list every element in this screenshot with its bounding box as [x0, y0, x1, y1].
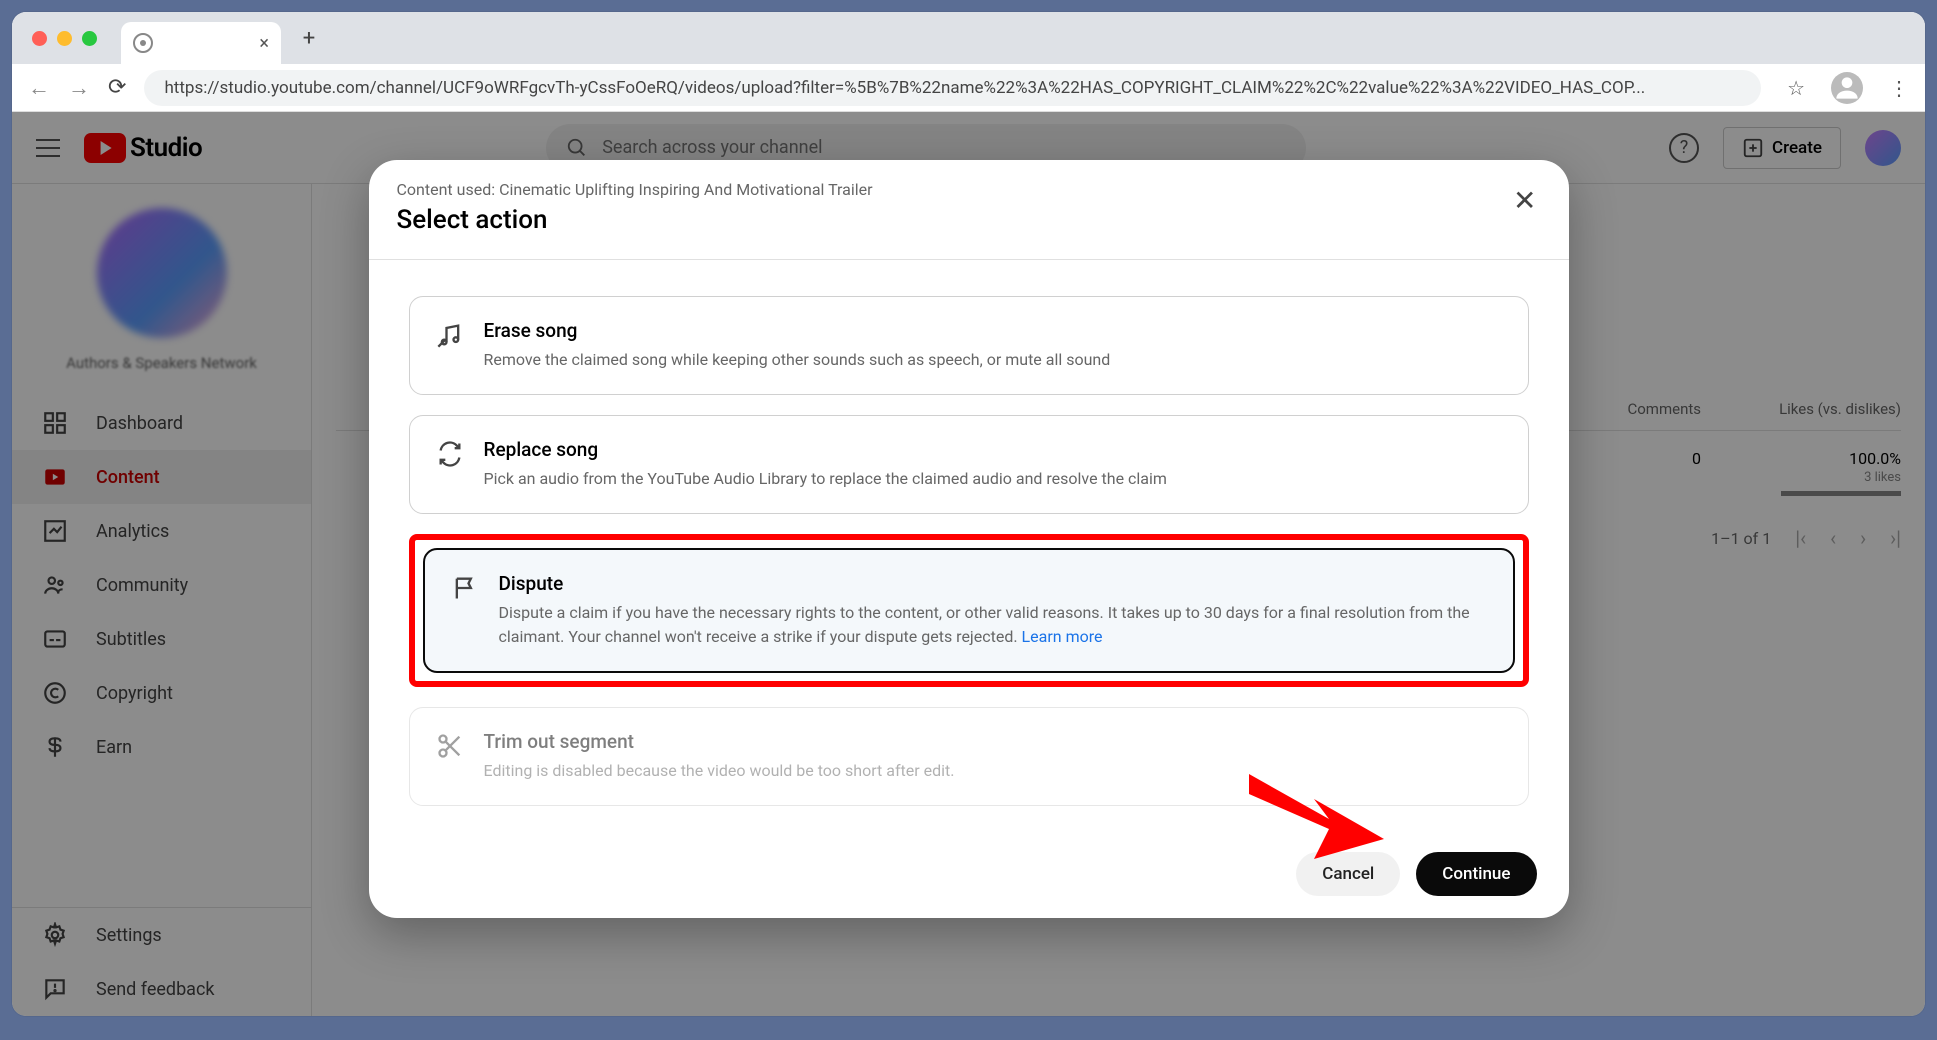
cancel-button[interactable]: Cancel [1296, 852, 1400, 896]
option-replace-song[interactable]: Replace song Pick an audio from the YouT… [409, 415, 1529, 514]
option-desc: Dispute a claim if you have the necessar… [499, 601, 1487, 649]
browser-window: × + ← → ⟳ https://studio.youtube.com/cha… [12, 12, 1925, 1016]
modal-footer: Cancel Continue [369, 834, 1569, 918]
select-action-modal: Content used: Cinematic Uplifting Inspir… [369, 160, 1569, 918]
modal-title: Select action [397, 205, 873, 235]
chrome-favicon-icon [133, 33, 153, 53]
option-title: Dispute [499, 572, 1487, 595]
modal-header: Content used: Cinematic Uplifting Inspir… [369, 160, 1569, 260]
new-tab-button[interactable]: + [293, 22, 325, 54]
back-button[interactable]: ← [28, 75, 50, 101]
option-desc: Pick an audio from the YouTube Audio Lib… [484, 467, 1502, 491]
modal-subtitle: Content used: Cinematic Uplifting Inspir… [397, 180, 873, 199]
forward-button[interactable]: → [68, 75, 90, 101]
option-desc: Remove the claimed song while keeping ot… [484, 348, 1502, 372]
music-erase-icon [436, 321, 464, 349]
option-erase-song[interactable]: Erase song Remove the claimed song while… [409, 296, 1529, 395]
modal-overlay[interactable]: Content used: Cinematic Uplifting Inspir… [12, 112, 1925, 1016]
maximize-window-button[interactable] [82, 31, 97, 46]
continue-button[interactable]: Continue [1416, 852, 1536, 896]
scissors-icon [436, 732, 464, 760]
modal-body: Erase song Remove the claimed song while… [369, 260, 1569, 834]
reload-button[interactable]: ⟳ [108, 75, 126, 100]
star-icon[interactable]: ☆ [1787, 76, 1805, 100]
close-window-button[interactable] [32, 31, 47, 46]
tab-bar: × + [12, 12, 1925, 64]
replace-icon [436, 440, 464, 468]
option-title: Erase song [484, 319, 1502, 342]
window-controls [32, 31, 97, 46]
option-title: Replace song [484, 438, 1502, 461]
flag-icon [451, 574, 479, 602]
learn-more-link[interactable]: Learn more [1022, 627, 1103, 646]
close-tab-icon[interactable]: × [259, 33, 269, 54]
minimize-window-button[interactable] [57, 31, 72, 46]
option-dispute[interactable]: Dispute Dispute a claim if you have the … [423, 548, 1515, 673]
option-desc: Editing is disabled because the video wo… [484, 759, 1502, 783]
url-input[interactable]: https://studio.youtube.com/channel/UCF9o… [144, 70, 1761, 106]
option-trim-segment: Trim out segment Editing is disabled bec… [409, 707, 1529, 806]
close-icon[interactable]: ✕ [1509, 180, 1540, 221]
browser-tab[interactable]: × [121, 22, 281, 64]
youtube-studio-app: Studio ? Create Authors & Speakers Netwo… [12, 112, 1925, 1016]
annotation-highlight: Dispute Dispute a claim if you have the … [409, 534, 1529, 687]
menu-dots-icon[interactable]: ⋮ [1889, 76, 1909, 100]
address-bar: ← → ⟳ https://studio.youtube.com/channel… [12, 64, 1925, 112]
option-title: Trim out segment [484, 730, 1502, 753]
profile-icon[interactable] [1831, 72, 1863, 104]
